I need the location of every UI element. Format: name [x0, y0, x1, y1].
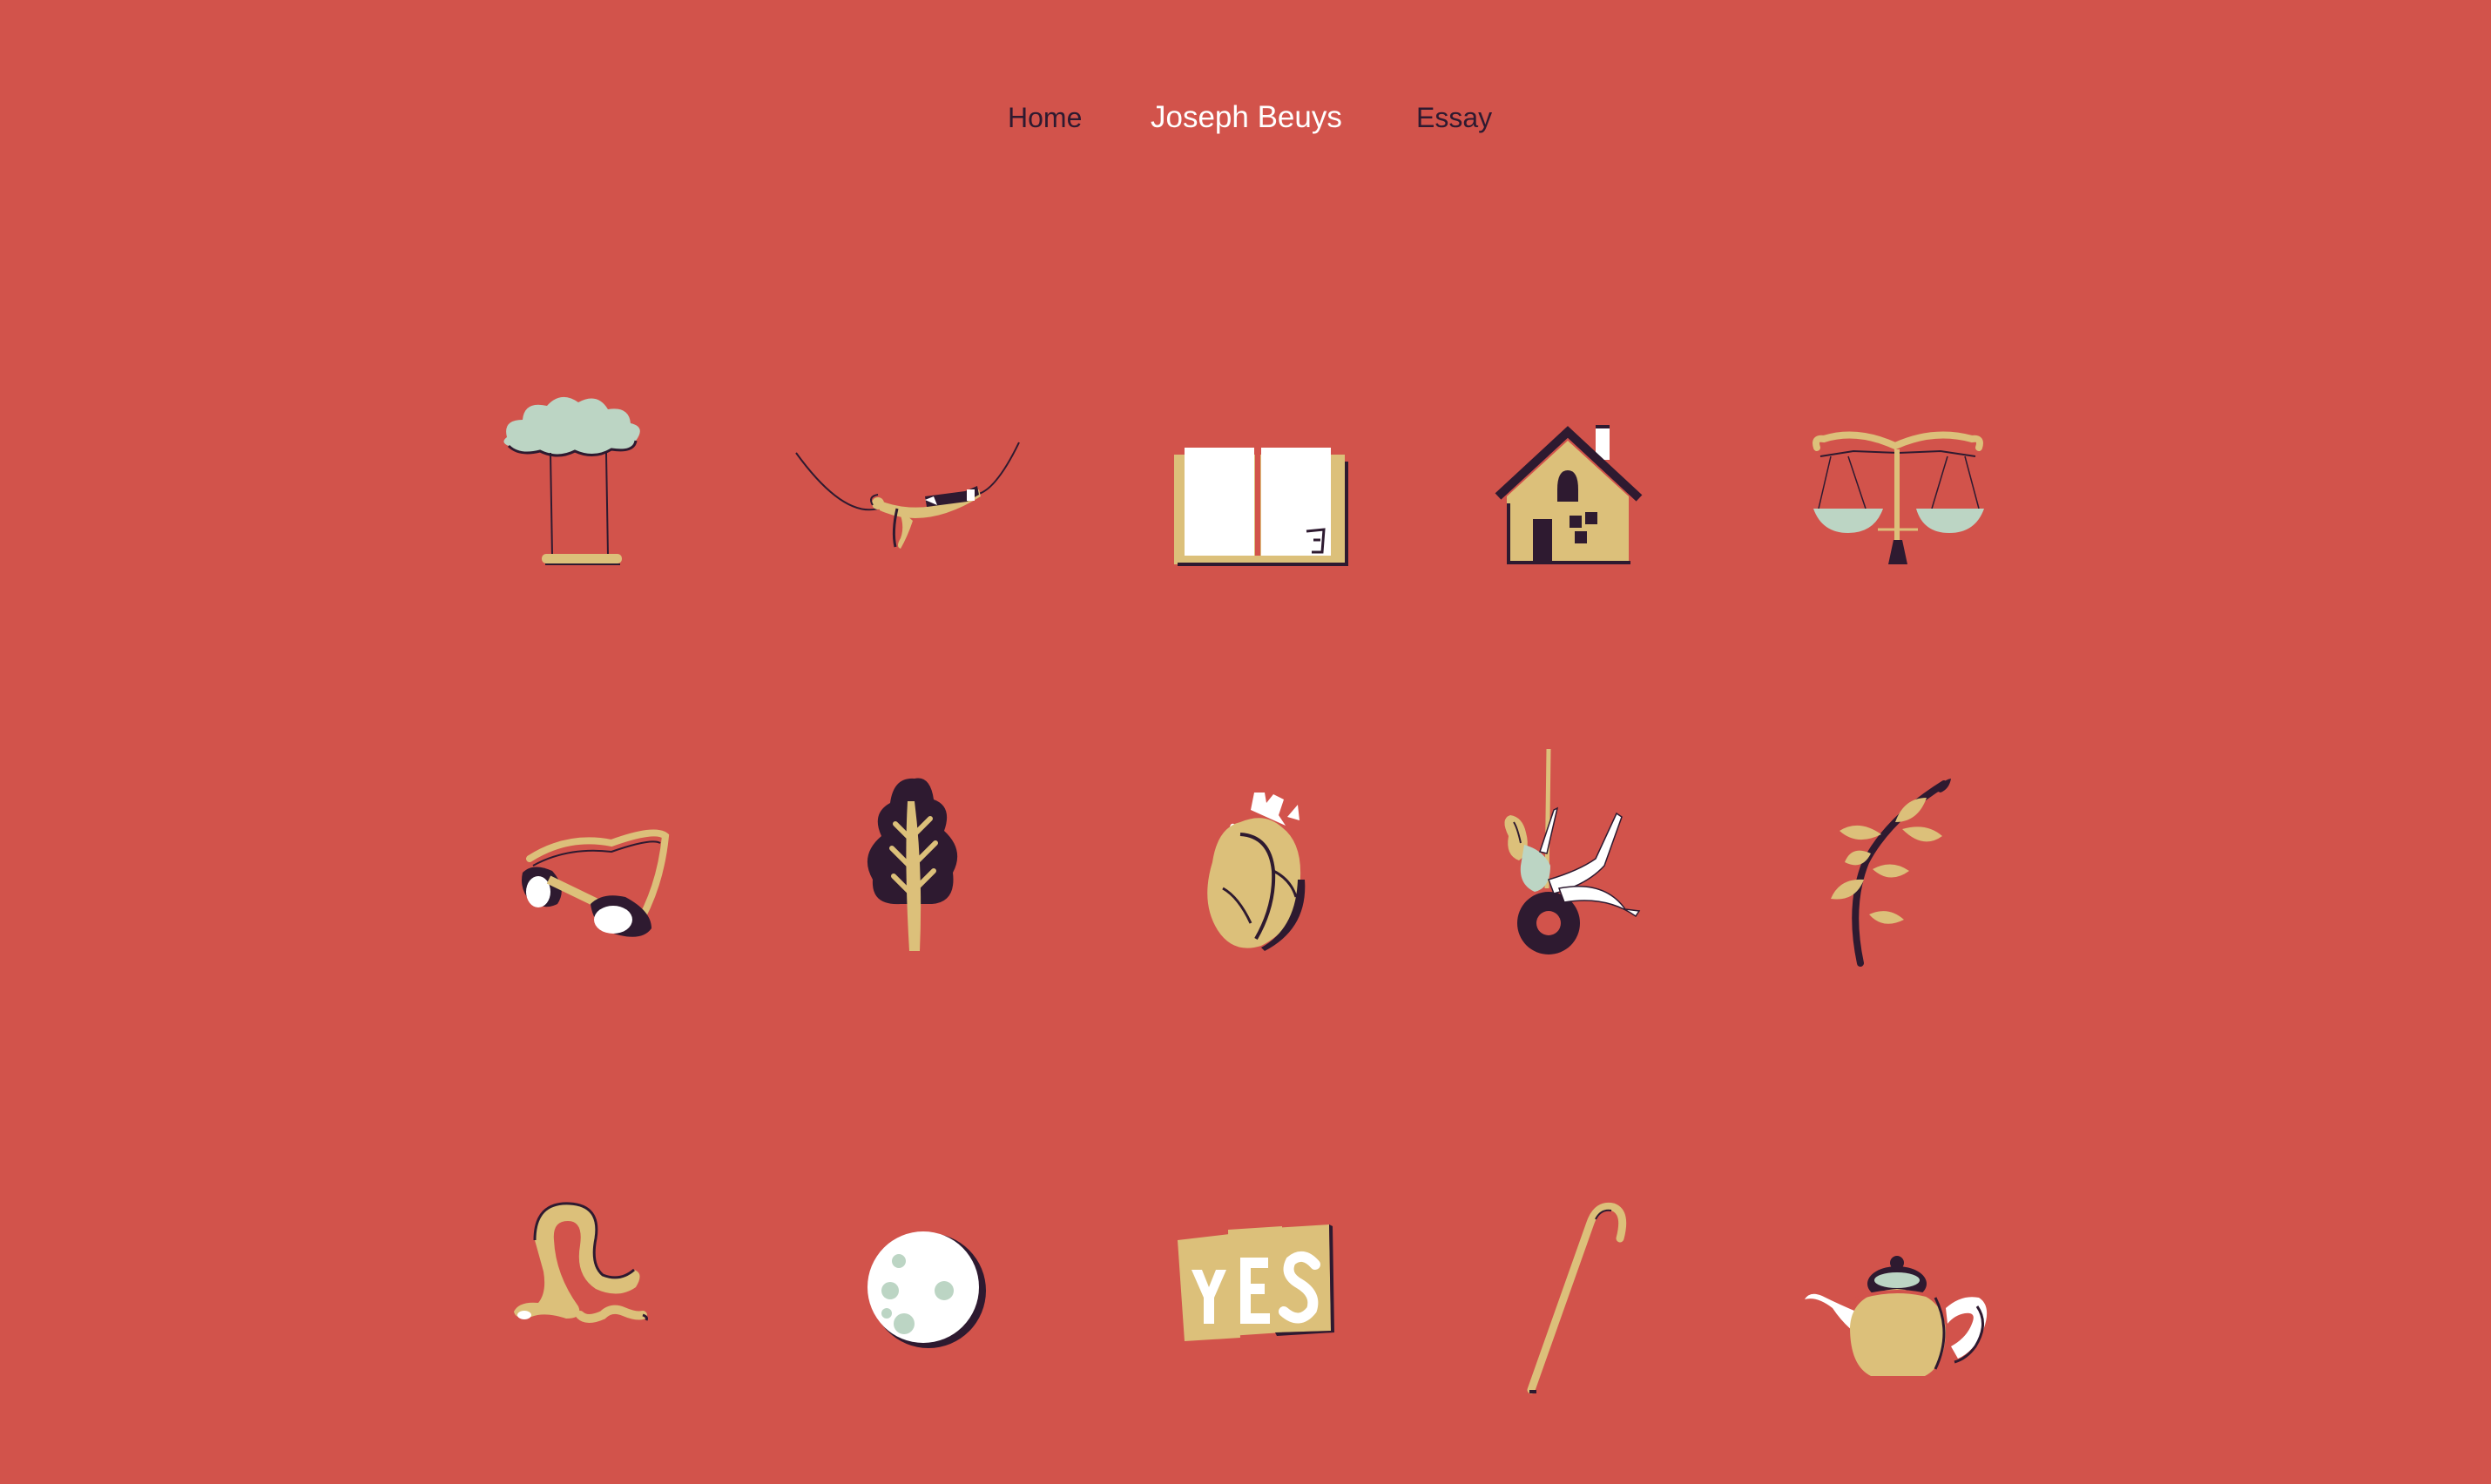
- anatomical-heart-icon: [1207, 793, 1306, 951]
- gallery-tile-house[interactable]: [1456, 366, 1683, 592]
- gallery-tile-scales[interactable]: [1787, 366, 2014, 592]
- gallery-tile-moon[interactable]: [794, 1184, 1021, 1411]
- gallery-tile-teapot[interactable]: [1787, 1184, 2014, 1411]
- yes-cards-icon: [1178, 1224, 1334, 1341]
- main-nav: Home Joseph Beuys Essay: [0, 87, 2491, 148]
- scales-icon: [1813, 431, 1984, 564]
- nav-home-link[interactable]: Home: [1008, 87, 1082, 148]
- gallery-tile-tire-swing[interactable]: [1456, 748, 1683, 975]
- walking-cane-icon: [1527, 1202, 1627, 1394]
- gallery-tile-cloud-swing[interactable]: [481, 366, 707, 592]
- gallery-tile-snake[interactable]: [481, 1184, 707, 1411]
- gallery-tile-cane[interactable]: [1456, 1184, 1683, 1411]
- gallery-tile-yes-cards[interactable]: [1143, 1184, 1369, 1411]
- nav-essay-link[interactable]: Essay: [1416, 87, 1492, 148]
- gallery-tile-heart[interactable]: [1143, 749, 1369, 975]
- teapot-icon: [1805, 1256, 1988, 1376]
- goggles-icon: [522, 829, 670, 937]
- gallery-tile-branch[interactable]: [1787, 749, 2014, 975]
- gallery-tile-goggles[interactable]: [481, 749, 707, 975]
- open-book-icon: [1174, 448, 1348, 566]
- hammock-figure-icon: [795, 442, 1020, 549]
- gallery-tile-tree[interactable]: [794, 749, 1021, 975]
- house-icon: [1495, 425, 1643, 564]
- nav-joseph-beuys-link[interactable]: Joseph Beuys: [1151, 87, 1342, 148]
- moon-icon: [867, 1231, 986, 1348]
- leafy-branch-icon: [1831, 779, 1951, 967]
- icon-gallery: [0, 366, 2491, 1484]
- cloud-swing-icon: [503, 396, 640, 565]
- gallery-tile-open-book[interactable]: [1143, 366, 1369, 592]
- gallery-tile-hammock[interactable]: [794, 366, 1021, 592]
- tree-icon: [867, 778, 958, 951]
- snake-icon: [514, 1202, 648, 1323]
- tire-swing-figure-icon: [1504, 748, 1641, 954]
